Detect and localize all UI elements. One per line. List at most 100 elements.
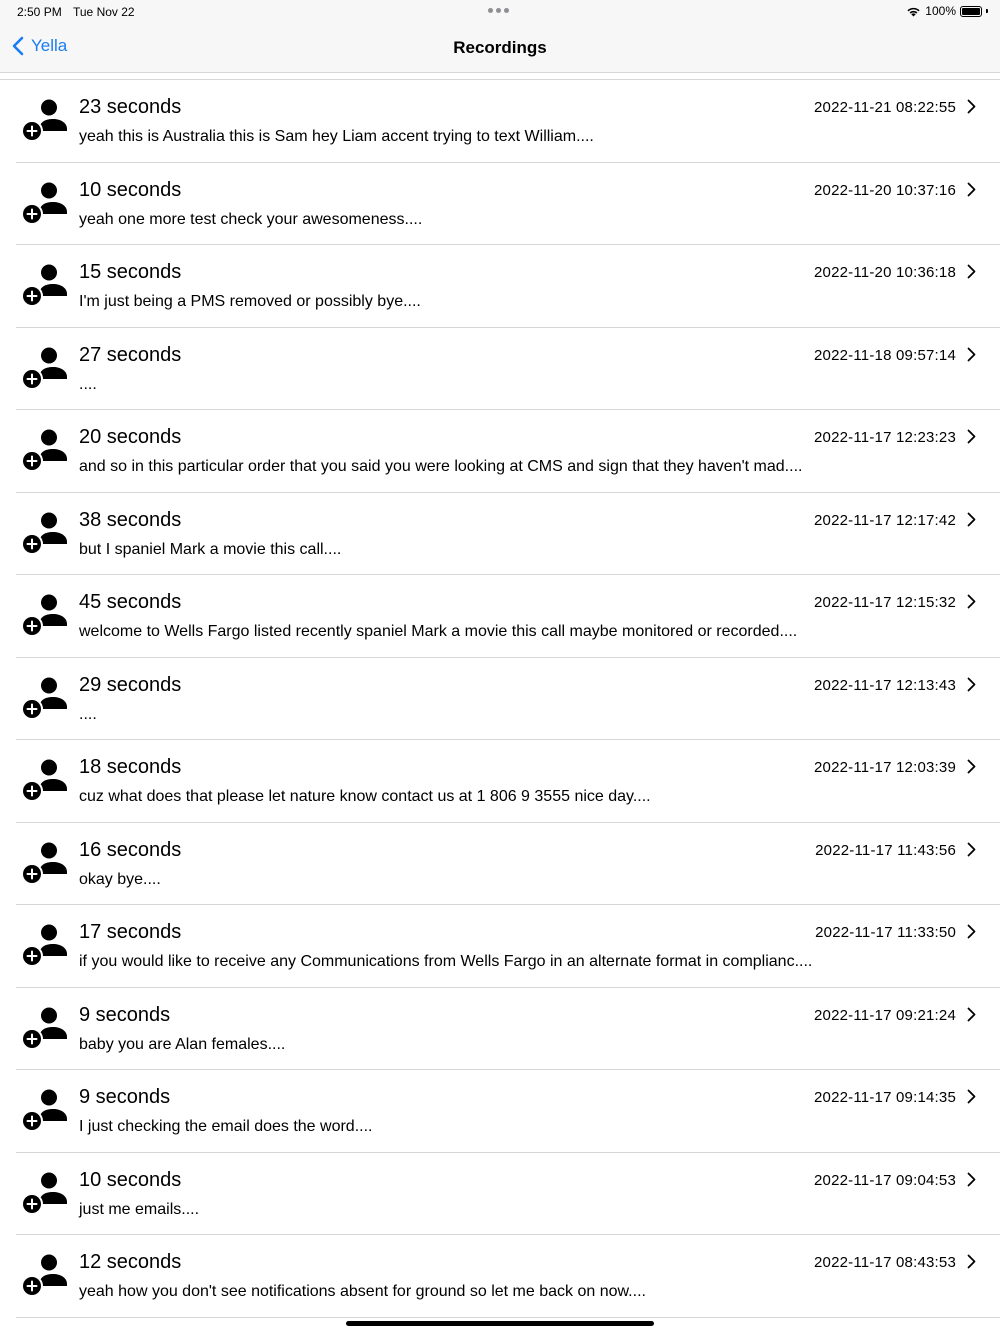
chevron-right-icon — [967, 677, 976, 691]
recording-row[interactable]: 12 seconds yeah how you don't see notifi… — [0, 1235, 1000, 1318]
recording-timestamp: 2022-11-20 10:37:16 — [814, 181, 956, 199]
recording-row[interactable]: 10 seconds just me emails.... 2022-11-17… — [0, 1153, 1000, 1236]
battery-icon — [960, 5, 982, 17]
chevron-right-icon — [967, 1172, 976, 1186]
recording-row[interactable]: 18 seconds cuz what does that please let… — [0, 740, 1000, 823]
chevron-right-icon — [967, 347, 976, 361]
navigation-bar: Yella Recordings — [0, 24, 1000, 73]
recording-transcript: yeah this is Australia this is Sam hey L… — [79, 128, 594, 145]
recording-transcript: yeah how you don't see notifications abs… — [79, 1283, 646, 1300]
recording-timestamp: 2022-11-17 12:23:23 — [814, 429, 956, 446]
status-time: 2:50 PM — [17, 5, 62, 19]
recording-transcript: I just checking the email does the word.… — [79, 1118, 373, 1135]
recording-duration: 45 seconds — [79, 591, 182, 613]
recording-duration: 9 seconds — [79, 1086, 171, 1108]
recording-timestamp: 2022-11-17 11:33:50 — [815, 924, 956, 941]
add-contact-icon[interactable] — [20, 1006, 68, 1052]
add-contact-icon[interactable] — [20, 758, 68, 804]
recording-transcript: but I spaniel Mark a movie this call.... — [79, 540, 342, 558]
wifi-icon — [907, 7, 920, 16]
recording-duration: 16 seconds — [79, 838, 182, 861]
recording-row[interactable]: 45 seconds welcome to Wells Fargo listed… — [0, 575, 1000, 658]
chevron-right-icon — [967, 429, 976, 444]
page-title: Recordings — [453, 38, 547, 57]
recording-transcript: and so in this particular order that you… — [79, 458, 803, 475]
recording-timestamp: 2022-11-17 08:43:53 — [814, 1254, 956, 1271]
recording-duration: 23 seconds — [79, 96, 182, 118]
add-contact-icon[interactable] — [20, 1253, 68, 1299]
chevron-right-icon — [967, 99, 976, 114]
recording-duration: 17 seconds — [79, 921, 182, 943]
recordings-list: 23 seconds yeah this is Australia this i… — [0, 79, 1000, 1318]
add-contact-icon[interactable] — [20, 676, 68, 722]
recording-duration: 20 seconds — [79, 426, 182, 448]
chevron-right-icon — [967, 924, 976, 939]
add-contact-icon[interactable] — [20, 346, 68, 392]
status-right: 100% — [906, 4, 988, 18]
status-bar: 2:50 PM Tue Nov 22 100% — [0, 0, 1000, 24]
recording-row[interactable]: 27 seconds .... 2022-11-18 09:57:14 — [0, 328, 1000, 411]
recording-row[interactable]: 23 seconds yeah this is Australia this i… — [0, 80, 1000, 163]
add-contact-icon[interactable] — [20, 841, 68, 887]
recording-row[interactable]: 29 seconds .... 2022-11-17 12:13:43 — [0, 658, 1000, 741]
recording-transcript: .... — [79, 705, 97, 723]
status-date: Tue Nov 22 — [73, 5, 135, 19]
add-contact-icon[interactable] — [20, 428, 68, 474]
add-contact-icon[interactable] — [20, 98, 68, 144]
recording-duration: 15 seconds — [79, 261, 182, 283]
recording-duration: 38 seconds — [79, 508, 182, 531]
home-indicator[interactable] — [346, 1321, 654, 1326]
battery-percent: 100% — [925, 4, 956, 18]
recording-row[interactable]: 9 seconds baby you are Alan females.... … — [0, 988, 1000, 1071]
recording-transcript: I'm just being a PMS removed or possibly… — [79, 293, 421, 310]
recording-timestamp: 2022-11-20 10:36:18 — [814, 264, 956, 281]
recording-duration: 10 seconds — [79, 178, 182, 201]
battery-cap — [986, 9, 988, 13]
recording-row[interactable]: 38 seconds but I spaniel Mark a movie th… — [0, 493, 1000, 576]
add-contact-icon[interactable] — [20, 593, 68, 639]
recording-timestamp: 2022-11-17 09:14:35 — [814, 1089, 956, 1106]
multitasking-dots-icon[interactable] — [488, 8, 509, 13]
recording-transcript: okay bye.... — [79, 870, 161, 888]
recording-duration: 10 seconds — [79, 1168, 182, 1191]
recording-timestamp: 2022-11-17 12:03:39 — [814, 759, 956, 776]
recording-duration: 18 seconds — [79, 756, 182, 778]
recording-row[interactable]: 15 seconds I'm just being a PMS removed … — [0, 245, 1000, 328]
add-contact-icon[interactable] — [20, 923, 68, 969]
recording-timestamp: 2022-11-17 09:04:53 — [814, 1171, 956, 1189]
recording-timestamp: 2022-11-18 09:57:14 — [814, 346, 956, 364]
recording-transcript: cuz what does that please let nature kno… — [79, 788, 651, 805]
chevron-right-icon — [967, 512, 976, 526]
recording-timestamp: 2022-11-17 12:15:32 — [814, 594, 956, 611]
chevron-right-icon — [967, 182, 976, 196]
recording-row[interactable]: 16 seconds okay bye.... 2022-11-17 11:43… — [0, 823, 1000, 906]
recording-row[interactable]: 10 seconds yeah one more test check your… — [0, 163, 1000, 246]
recording-transcript: welcome to Wells Fargo listed recently s… — [79, 623, 798, 640]
recording-timestamp: 2022-11-17 12:17:42 — [814, 511, 956, 529]
recording-row[interactable]: 9 seconds I just checking the email does… — [0, 1070, 1000, 1153]
recording-row[interactable]: 20 seconds and so in this particular ord… — [0, 410, 1000, 493]
chevron-right-icon — [967, 842, 976, 856]
recording-timestamp: 2022-11-21 08:22:55 — [814, 99, 956, 116]
recording-transcript: just me emails.... — [79, 1200, 200, 1218]
recording-duration: 27 seconds — [79, 343, 182, 366]
recording-row[interactable]: 17 seconds if you would like to receive … — [0, 905, 1000, 988]
recording-transcript: baby you are Alan females.... — [79, 1035, 286, 1053]
recording-timestamp: 2022-11-17 11:43:56 — [815, 841, 956, 859]
add-contact-icon[interactable] — [20, 1171, 68, 1217]
add-contact-icon[interactable] — [20, 1088, 68, 1134]
chevron-right-icon — [967, 1007, 976, 1021]
add-contact-icon[interactable] — [20, 181, 68, 227]
chevron-right-icon — [967, 594, 976, 609]
add-contact-icon[interactable] — [20, 511, 68, 557]
recording-transcript: .... — [79, 375, 97, 393]
recording-duration: 12 seconds — [79, 1251, 182, 1273]
chevron-right-icon — [967, 264, 976, 279]
chevron-right-icon — [967, 1089, 976, 1104]
recording-timestamp: 2022-11-17 09:21:24 — [814, 1006, 956, 1024]
recording-duration: 29 seconds — [79, 673, 182, 696]
add-contact-icon[interactable] — [20, 263, 68, 309]
recording-timestamp: 2022-11-17 12:13:43 — [814, 676, 956, 694]
chevron-right-icon — [967, 1254, 976, 1269]
recording-transcript: yeah one more test check your awesomenes… — [79, 210, 423, 228]
